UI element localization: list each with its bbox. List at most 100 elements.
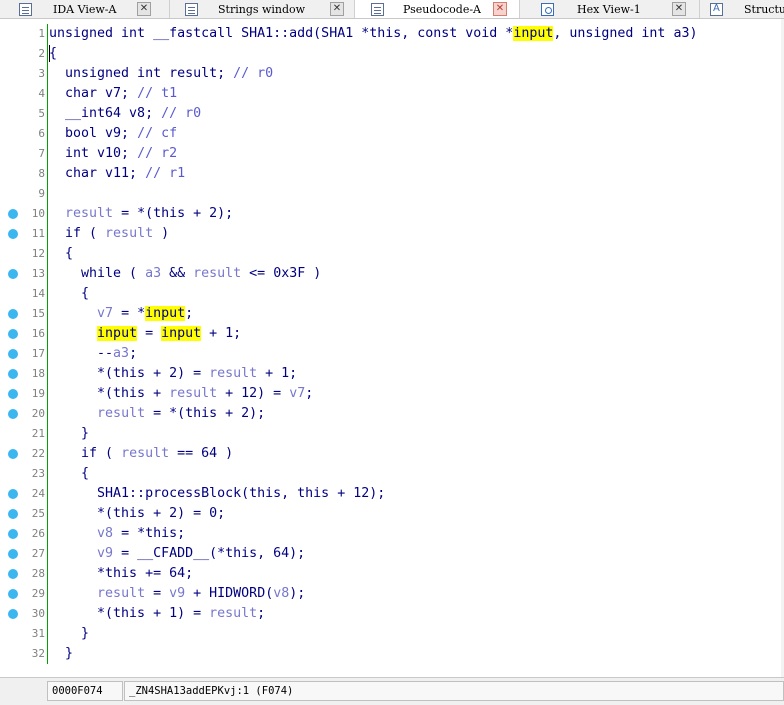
- breakpoint-dot-icon[interactable]: [8, 609, 18, 619]
- highlighted-identifier[interactable]: input: [161, 326, 202, 341]
- code-text[interactable]: result = v9 + HIDWORD(v8);: [49, 584, 305, 604]
- code-line[interactable]: 21 }: [0, 424, 784, 444]
- code-text[interactable]: int v10; // r2: [49, 144, 177, 164]
- local-variable[interactable]: v9: [169, 586, 185, 601]
- local-variable[interactable]: v9: [97, 546, 113, 561]
- code-line[interactable]: 28 *this += 64;: [0, 564, 784, 584]
- code-line[interactable]: 20 result = *(this + 2);: [0, 404, 784, 424]
- local-variable[interactable]: result: [209, 366, 257, 381]
- code-text[interactable]: char v7; // t1: [49, 84, 177, 104]
- code-text[interactable]: }: [49, 424, 89, 444]
- code-line[interactable]: 13 while ( a3 && result <= 0x3F ): [0, 264, 784, 284]
- local-variable[interactable]: a3: [113, 346, 129, 361]
- code-text[interactable]: }: [49, 624, 89, 644]
- breakpoint-dot-icon[interactable]: [8, 329, 18, 339]
- code-text[interactable]: result = *(this + 2);: [49, 404, 265, 424]
- code-text[interactable]: SHA1::processBlock(this, this + 12);: [49, 484, 385, 504]
- code-text[interactable]: *(this + result + 12) = v7;: [49, 384, 313, 404]
- code-line[interactable]: 18 *(this + 2) = result + 1;: [0, 364, 784, 384]
- code-text[interactable]: *(this + 2) = 0;: [49, 504, 225, 524]
- local-variable[interactable]: result: [65, 206, 113, 221]
- code-line[interactable]: 2{: [0, 44, 784, 64]
- breakpoint-dot-icon[interactable]: [8, 489, 18, 499]
- breakpoint-dot-icon[interactable]: [8, 369, 18, 379]
- close-icon[interactable]: ✕: [137, 2, 151, 16]
- code-text[interactable]: *(this + 2) = result + 1;: [49, 364, 297, 384]
- highlighted-identifier[interactable]: input: [145, 306, 186, 321]
- code-text[interactable]: *(this + 1) = result;: [49, 604, 265, 624]
- code-line[interactable]: 1 unsigned int __fastcall SHA1::add(SHA1 …: [0, 24, 784, 44]
- code-line[interactable]: 26 v8 = *this;: [0, 524, 784, 544]
- breakpoint-dot-icon[interactable]: [8, 449, 18, 459]
- breakpoint-dot-icon[interactable]: [8, 529, 18, 539]
- local-variable[interactable]: result: [105, 226, 153, 241]
- breakpoint-dot-icon[interactable]: [8, 409, 18, 419]
- code-text[interactable]: --a3;: [49, 344, 137, 364]
- local-variable[interactable]: result: [97, 406, 145, 421]
- breakpoint-dot-icon[interactable]: [8, 509, 18, 519]
- highlighted-identifier[interactable]: input: [513, 26, 554, 41]
- code-text[interactable]: v9 = __CFADD__(*this, 64);: [49, 544, 305, 564]
- tab-pseudocode-a[interactable]: Pseudocode-A ✕: [355, 0, 520, 18]
- code-line[interactable]: 9: [0, 184, 784, 204]
- code-text[interactable]: {: [49, 284, 89, 304]
- code-line[interactable]: 29 result = v9 + HIDWORD(v8);: [0, 584, 784, 604]
- code-text[interactable]: input = input + 1;: [49, 324, 241, 344]
- breakpoint-dot-icon[interactable]: [8, 569, 18, 579]
- code-line[interactable]: 19 *(this + result + 12) = v7;: [0, 384, 784, 404]
- highlighted-identifier[interactable]: input: [97, 326, 138, 341]
- code-line[interactable]: 8 char v11; // r1: [0, 164, 784, 184]
- local-variable[interactable]: result: [193, 266, 241, 281]
- code-text[interactable]: if ( result == 64 ): [49, 444, 233, 464]
- local-variable[interactable]: result: [169, 386, 217, 401]
- code-line[interactable]: 11 if ( result ): [0, 224, 784, 244]
- tab-ida-view-a[interactable]: IDA View-A ✕: [0, 0, 170, 18]
- close-icon[interactable]: ✕: [493, 2, 507, 16]
- breakpoint-dot-icon[interactable]: [8, 209, 18, 219]
- code-text[interactable]: __int64 v8; // r0: [49, 104, 201, 124]
- tab-hex-view-1[interactable]: Hex View-1 ✕: [520, 0, 700, 18]
- code-line[interactable]: 4 char v7; // t1: [0, 84, 784, 104]
- code-line[interactable]: 32 }: [0, 644, 784, 664]
- code-text[interactable]: result = *(this + 2);: [49, 204, 233, 224]
- code-text[interactable]: v7 = *input;: [49, 304, 193, 324]
- code-line[interactable]: 12 {: [0, 244, 784, 264]
- breakpoint-dot-icon[interactable]: [8, 349, 18, 359]
- code-text[interactable]: {: [49, 464, 89, 484]
- code-text[interactable]: *this += 64;: [49, 564, 193, 584]
- code-line[interactable]: 14 {: [0, 284, 784, 304]
- local-variable[interactable]: result: [121, 446, 169, 461]
- code-line[interactable]: 25 *(this + 2) = 0;: [0, 504, 784, 524]
- tab-structures[interactable]: Structu: [700, 0, 784, 18]
- code-line[interactable]: 30 *(this + 1) = result;: [0, 604, 784, 624]
- code-line[interactable]: 7 int v10; // r2: [0, 144, 784, 164]
- code-line[interactable]: 24 SHA1::processBlock(this, this + 12);: [0, 484, 784, 504]
- code-text[interactable]: if ( result ): [49, 224, 169, 244]
- code-line[interactable]: 16 input = input + 1;: [0, 324, 784, 344]
- code-line[interactable]: 31 }: [0, 624, 784, 644]
- local-variable[interactable]: v8: [273, 586, 289, 601]
- code-text[interactable]: }: [49, 644, 73, 664]
- code-line[interactable]: 5 __int64 v8; // r0: [0, 104, 784, 124]
- code-text[interactable]: bool v9; // cf: [49, 124, 177, 144]
- code-text[interactable]: {: [49, 44, 57, 64]
- code-line[interactable]: 15 v7 = *input;: [0, 304, 784, 324]
- code-text[interactable]: {: [49, 244, 73, 264]
- local-variable[interactable]: result: [97, 586, 145, 601]
- code-text[interactable]: unsigned int result; // r0: [49, 64, 273, 84]
- local-variable[interactable]: v7: [97, 306, 113, 321]
- code-line[interactable]: 10 result = *(this + 2);: [0, 204, 784, 224]
- code-text[interactable]: while ( a3 && result <= 0x3F ): [49, 264, 321, 284]
- code-line[interactable]: 6 bool v9; // cf: [0, 124, 784, 144]
- code-text[interactable]: v8 = *this;: [49, 524, 185, 544]
- local-variable[interactable]: a3: [145, 266, 161, 281]
- breakpoint-dot-icon[interactable]: [8, 269, 18, 279]
- code-line[interactable]: 22 if ( result == 64 ): [0, 444, 784, 464]
- breakpoint-dot-icon[interactable]: [8, 589, 18, 599]
- breakpoint-dot-icon[interactable]: [8, 309, 18, 319]
- breakpoint-dot-icon[interactable]: [8, 229, 18, 239]
- close-icon[interactable]: ✕: [330, 2, 344, 16]
- pseudocode-view[interactable]: 1 unsigned int __fastcall SHA1::add(SHA1 …: [0, 24, 784, 674]
- code-line[interactable]: 17 --a3;: [0, 344, 784, 364]
- code-text[interactable]: unsigned int __fastcall SHA1::add(SHA1 *…: [49, 24, 697, 44]
